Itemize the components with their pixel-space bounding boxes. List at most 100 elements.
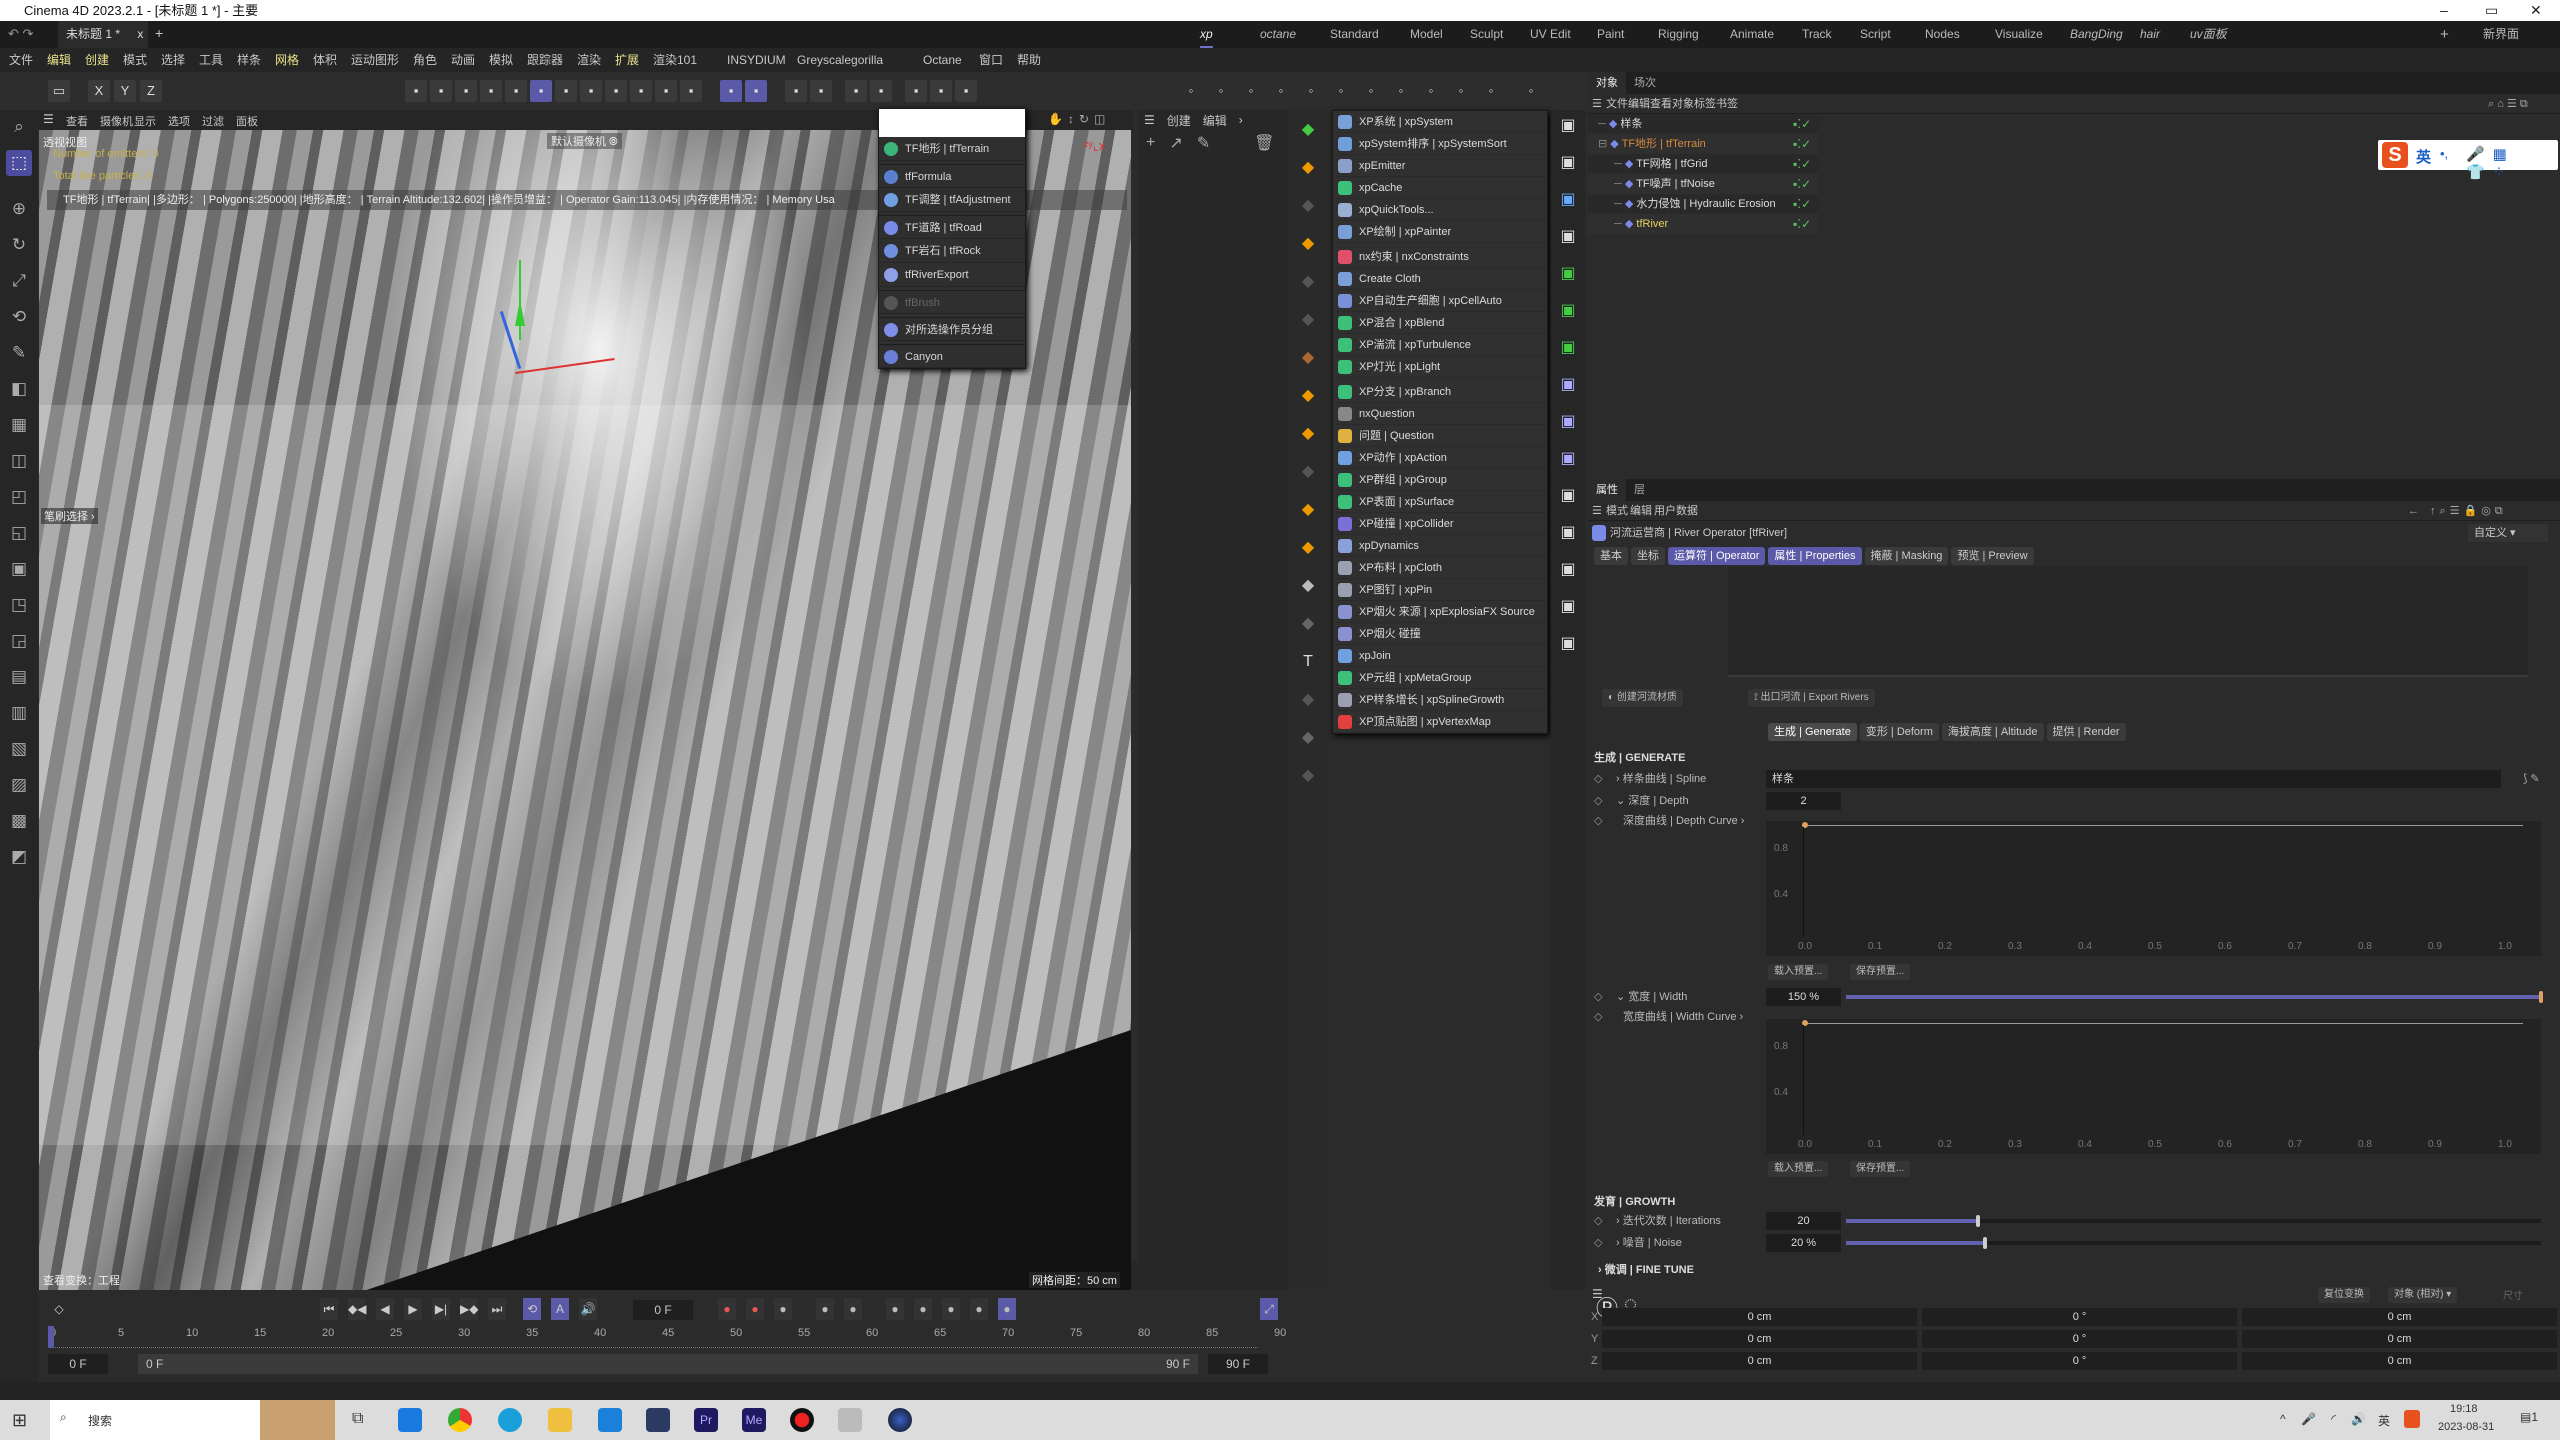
object-tool-icon[interactable]: ◆ <box>1296 460 1320 484</box>
menu-item-11[interactable]: 动画 <box>451 48 475 72</box>
menu-item-15[interactable]: 扩展 <box>615 48 639 72</box>
layout-tab-11[interactable]: Nodes <box>1925 21 1960 48</box>
toolbar-tool-icon[interactable]: ▪ <box>845 80 867 102</box>
brush-select-label[interactable]: 笔刷选择 › <box>41 508 98 524</box>
object-row[interactable]: ─ ◆ tfRiver ▪⁚✓ <box>1588 214 1818 234</box>
tf-menu-item-8[interactable]: Canyon <box>879 344 1025 368</box>
iterations-field[interactable]: 20 <box>1766 1212 1841 1230</box>
menu-item-10[interactable]: 角色 <box>413 48 437 72</box>
taskbar-search[interactable]: ⌕ 搜索 <box>50 1400 335 1440</box>
layout-tab-3[interactable]: Model <box>1410 21 1443 48</box>
menu-icon[interactable]: ☰ <box>43 112 54 126</box>
xp-menu-item-18[interactable]: XP碰撞 | xpCollider <box>1333 513 1547 535</box>
left-tool-icon[interactable]: ▤ <box>6 664 32 690</box>
xp-menu-item-14[interactable]: 问题 | Question <box>1333 425 1547 447</box>
toolbar-tool-icon[interactable]: ▪ <box>930 80 952 102</box>
layout-tab-2[interactable]: Standard <box>1330 21 1379 48</box>
file-explorer-icon[interactable] <box>548 1408 572 1432</box>
toolbar-tool-icon[interactable]: ▪ <box>405 80 427 102</box>
xp-menu-item-27[interactable]: XP顶点贴图 | xpVertexMap <box>1333 711 1547 733</box>
om-menu-item-0[interactable]: 文件 <box>1606 94 1628 114</box>
attr-tab-0[interactable]: 基本 <box>1594 547 1628 565</box>
left-tool-icon[interactable]: ↻ <box>6 232 32 258</box>
toolbar-tool-icon[interactable]: ▪ <box>785 80 807 102</box>
create-tab[interactable]: 创建 <box>1167 112 1191 129</box>
om-menu-item-5[interactable]: 书签 <box>1716 94 1738 114</box>
menu-item-5[interactable]: 工具 <box>199 48 223 72</box>
viewport-menu-item-0[interactable]: 查看 <box>66 113 88 129</box>
close-tab-button[interactable]: x <box>137 27 143 41</box>
layout-tab-9[interactable]: Track <box>1802 21 1832 48</box>
menu-item-7[interactable]: 网格 <box>275 48 299 72</box>
task-view-icon[interactable]: ⧉ <box>352 1410 363 1428</box>
playhead[interactable] <box>48 1326 54 1348</box>
save-preset-button[interactable]: 保存预置... <box>1850 964 1911 980</box>
noise-field[interactable]: 20 % <box>1766 1234 1841 1252</box>
keyframe-icon[interactable]: ◇ <box>1594 987 1602 1007</box>
keyframe-tool-icon[interactable]: ● <box>998 1298 1016 1320</box>
object-tool-icon[interactable]: ◆ <box>1296 156 1320 180</box>
toolbar-tool-icon[interactable]: ▪ <box>680 80 702 102</box>
width-field[interactable]: 150 % <box>1766 988 1841 1006</box>
toolbar-tool-icon[interactable]: ▪ <box>580 80 602 102</box>
menu-item-21[interactable]: 帮助 <box>1017 48 1041 72</box>
tf-menu-item-3[interactable]: TF道路 | tfRoad <box>879 215 1025 239</box>
toolbar-tool-icon[interactable]: ▪ <box>480 80 502 102</box>
primitive-tool-icon[interactable]: ▣ <box>1556 299 1580 323</box>
axis-lock-y[interactable]: Y <box>114 80 136 102</box>
left-tool-icon[interactable]: ◰ <box>6 484 32 510</box>
load-preset-button[interactable]: 载入预置... <box>1768 1161 1829 1177</box>
toolbar-tool-icon[interactable]: ▪ <box>745 80 767 102</box>
keyframe-tool-icon[interactable]: ● <box>816 1298 834 1320</box>
xp-menu-item-4[interactable]: xpQuickTools... <box>1333 199 1547 221</box>
xp-menu-item-19[interactable]: xpDynamics <box>1333 535 1547 557</box>
object-tool-icon[interactable]: ◆ <box>1296 422 1320 446</box>
tf-menu-item-0[interactable]: TF地形 | tfTerrain <box>879 137 1025 161</box>
save-preset-button[interactable]: 保存预置... <box>1850 1161 1911 1177</box>
xp-menu-item-24[interactable]: xpJoin <box>1333 645 1547 667</box>
scale-field[interactable]: 0 cm <box>2242 1352 2557 1370</box>
toolbar-tool-icon[interactable]: ▪ <box>430 80 452 102</box>
keyframe-tool-icon[interactable]: ● <box>942 1298 960 1320</box>
left-tool-icon[interactable]: ⬚ <box>6 150 32 176</box>
object-tool-icon[interactable]: ◆ <box>1296 726 1320 750</box>
navigation-icons[interactable]: ← ↑⌕☰🔒◎⧉ <box>2408 501 2507 521</box>
axis-lock-x[interactable]: X <box>88 80 110 102</box>
layout-tab-14[interactable]: hair <box>2140 21 2160 48</box>
toolbar-tool-icon[interactable]: ▪ <box>655 80 677 102</box>
axis-lock-z[interactable]: Z <box>140 80 162 102</box>
xp-menu-item-17[interactable]: XP表面 | xpSurface <box>1333 491 1547 513</box>
subtab-3[interactable]: 提供 | Render <box>2046 723 2126 741</box>
tab-attributes[interactable]: 属性 <box>1588 479 1626 501</box>
collapse-icon[interactable]: ⊟ <box>1598 138 1607 150</box>
primitive-tool-icon[interactable]: ▣ <box>1556 373 1580 397</box>
frame-range-slider[interactable]: 0 F 90 F <box>138 1354 1198 1374</box>
toolbar-tool-icon[interactable]: ▪ <box>810 80 832 102</box>
menu-item-13[interactable]: 跟踪器 <box>527 48 563 72</box>
panel-menu-icon[interactable]: ☰ <box>1144 113 1155 127</box>
toolbar-tool-icon[interactable]: ▪ <box>870 80 892 102</box>
object-tool-icon[interactable]: ◆ <box>1296 232 1320 256</box>
app-icon[interactable] <box>838 1408 862 1432</box>
om-menu-item-4[interactable]: 标签 <box>1694 94 1716 114</box>
noise-slider[interactable] <box>1846 1237 2541 1249</box>
keyframe-tool-icon[interactable]: ● <box>844 1298 862 1320</box>
visibility-check-icon[interactable]: ▪⁚✓ <box>1793 194 1811 214</box>
playback-control-icon[interactable]: ▶| <box>432 1298 450 1320</box>
left-tool-icon[interactable]: ▣ <box>6 556 32 582</box>
object-tool-icon[interactable]: ◆ <box>1296 118 1320 142</box>
menu-search-input[interactable] <box>879 109 1025 137</box>
keyframe-tool-icon[interactable]: ● <box>886 1298 904 1320</box>
keyframe-icon[interactable]: ◇ <box>1594 791 1602 811</box>
layout-tab-12[interactable]: Visualize <box>1995 21 2043 48</box>
visibility-check-icon[interactable]: ▪⁚✓ <box>1793 114 1811 134</box>
app-icon[interactable] <box>646 1408 670 1432</box>
keyframe-icon[interactable]: ◇ <box>50 1298 68 1320</box>
add-layout-button[interactable]: + <box>2440 21 2449 48</box>
ime-punctuation[interactable]: •, <box>2440 146 2448 161</box>
object-row[interactable]: ⊟ ◆ TF地形 | tfTerrain ▪⁚✓ <box>1588 134 1818 154</box>
layout-tab-6[interactable]: Paint <box>1597 21 1624 48</box>
visibility-check-icon[interactable]: ▪⁚✓ <box>1793 154 1811 174</box>
eyedropper-icon[interactable]: ✎ <box>1197 133 1210 153</box>
tab-takes[interactable]: 场次 <box>1626 72 1664 94</box>
